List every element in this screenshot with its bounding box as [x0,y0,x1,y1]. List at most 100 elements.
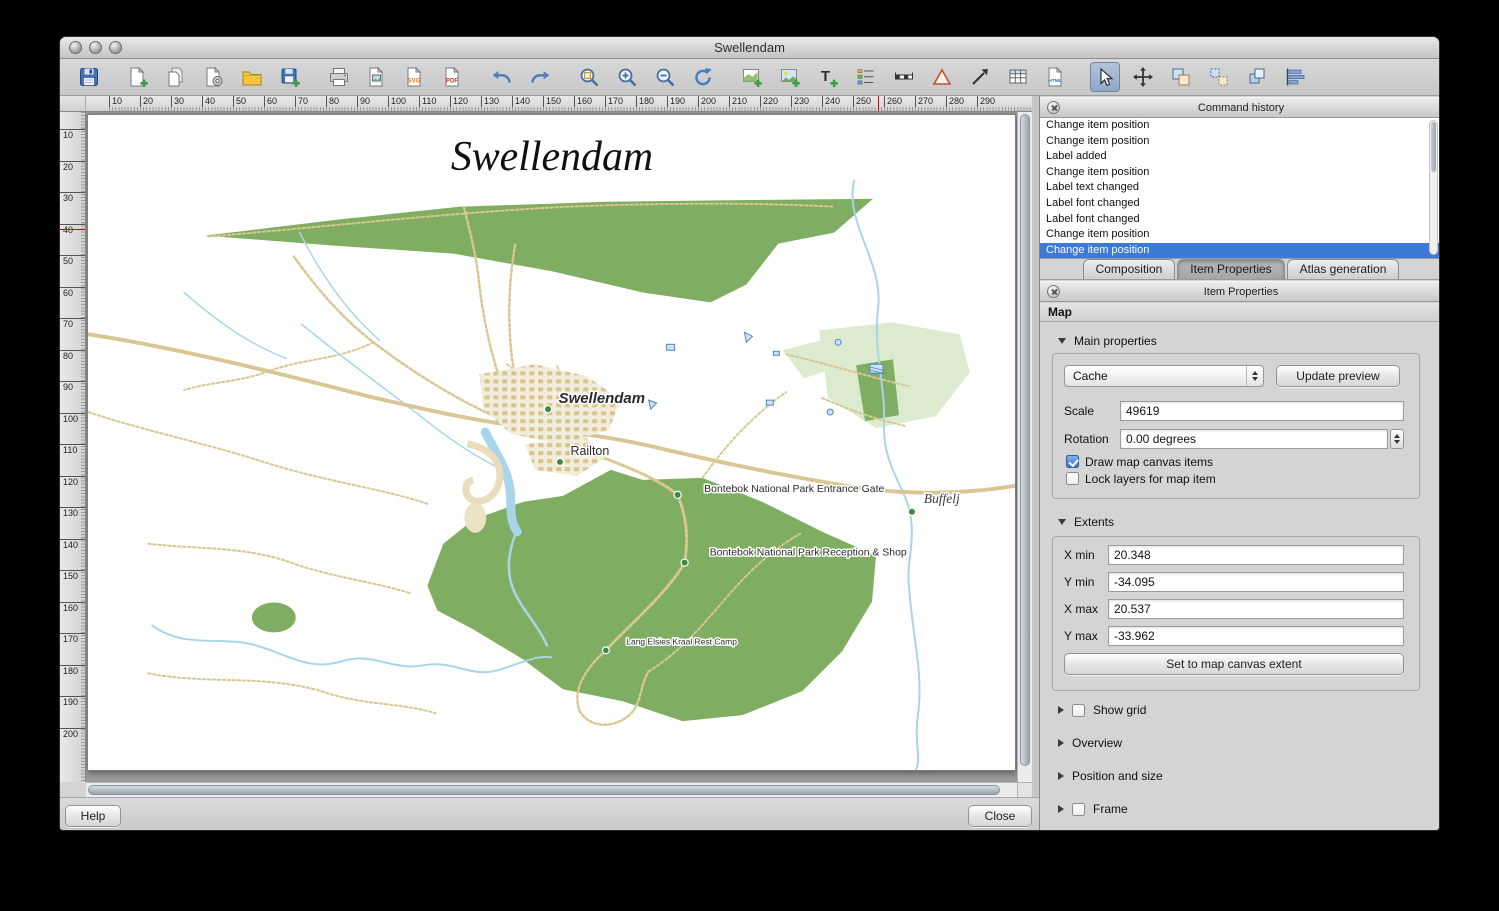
add-legend-button[interactable] [851,62,881,92]
new-composition-button[interactable] [123,62,153,92]
close-panel-icon[interactable] [1047,101,1060,114]
disclosure-triangle-icon[interactable] [1058,706,1064,714]
zoom-in-button[interactable] [612,62,642,92]
command-history-list[interactable]: Change item positionChange item position… [1040,118,1440,259]
redo-button[interactable] [525,62,555,92]
command-history-item[interactable]: Change item position [1040,134,1440,150]
scale-input[interactable] [1120,401,1404,421]
align-items-button[interactable] [1280,62,1310,92]
help-button[interactable]: Help [65,805,121,827]
panel-tabs: CompositionItem PropertiesAtlas generati… [1040,259,1440,280]
panel-tab[interactable]: Item Properties [1177,259,1284,279]
command-history-item[interactable]: Label added [1040,149,1440,165]
disclosure-triangle-icon[interactable] [1058,338,1066,344]
command-history-item[interactable]: Label font changed [1040,196,1440,212]
add-shape-button[interactable] [927,62,957,92]
zoom-full-button[interactable] [574,62,604,92]
checkbox[interactable] [1066,455,1079,468]
canvas-horizontal-scrollbar[interactable] [86,782,1017,797]
export-pdf-button[interactable]: PDF [438,62,468,92]
section-label: Frame [1093,802,1128,816]
collapsed-section-row[interactable]: Show grid [1058,702,1418,718]
composition-page[interactable]: Swellendam Railton Bontebok National Par… [87,114,1016,771]
command-history-scrollbar[interactable] [1429,120,1438,255]
close-window-icon[interactable] [69,41,82,54]
group-items-button[interactable] [1166,62,1196,92]
command-history-item[interactable]: Label text changed [1040,180,1440,196]
extent-field-input[interactable] [1108,599,1404,619]
collapsed-section-row[interactable]: Frame [1058,801,1418,817]
extent-field-input[interactable] [1108,572,1404,592]
command-history-item[interactable]: Change item position [1040,227,1440,243]
label-entrance-gate: Bontebok National Park Entrance Gate [704,484,884,495]
extent-field-label: Y max [1064,629,1108,643]
checkbox[interactable] [1066,472,1079,485]
add-scalebar-button[interactable] [889,62,919,92]
rotation-stepper[interactable] [1390,429,1404,449]
add-label-button[interactable]: T [813,62,843,92]
rotation-input[interactable] [1120,429,1388,449]
extent-field-input[interactable] [1108,626,1404,646]
add-image-button[interactable] [775,62,805,92]
set-extent-button[interactable]: Set to map canvas extent [1064,653,1404,675]
disclosure-triangle-icon[interactable] [1058,519,1066,525]
save-project-button[interactable] [74,62,104,92]
command-history-item[interactable]: Change item position [1040,118,1440,134]
duplicate-composition-button[interactable] [161,62,191,92]
refresh-view-button[interactable] [688,62,718,92]
checkbox[interactable] [1072,803,1085,816]
disclosure-triangle-icon[interactable] [1058,772,1064,780]
raise-items-button[interactable] [1242,62,1272,92]
main-properties-heading[interactable]: Main properties [1058,334,1157,348]
map-item[interactable]: Swellendam Railton Bontebok National Par… [88,115,1015,770]
collapsed-section-row[interactable]: Position and size [1058,768,1418,784]
save-template-button[interactable] [275,62,305,92]
panel-tab[interactable]: Atlas generation [1287,259,1400,279]
print-button[interactable] [324,62,354,92]
extent-field-input[interactable] [1108,545,1404,565]
minimize-window-icon[interactable] [89,41,102,54]
select-move-item-button[interactable] [1090,62,1120,92]
add-attribute-table-button[interactable] [1003,62,1033,92]
cache-mode-select[interactable]: Cache [1064,365,1264,387]
export-image-button[interactable] [362,62,392,92]
rotation-label: Rotation [1064,432,1109,446]
close-panel-icon[interactable] [1047,285,1060,298]
command-history-item[interactable]: Change item position [1040,165,1440,181]
vertical-ruler[interactable]: 1020304050607080901001101201301401501601… [60,112,86,782]
command-history-item[interactable]: Label font changed [1040,212,1440,228]
update-preview-button[interactable]: Update preview [1276,365,1400,387]
scrollbar-thumb[interactable] [1020,114,1030,766]
composition-canvas[interactable]: Swellendam Railton Bontebok National Par… [86,112,1017,782]
titlebar[interactable]: Swellendam [60,37,1439,59]
horizontal-ruler[interactable]: 1020304050607080901001101201301401501601… [86,96,1033,112]
canvas-vertical-scrollbar[interactable] [1017,112,1032,782]
option-row: Draw map canvas items [1066,453,1216,470]
composer-manager-button[interactable] [199,62,229,92]
zoom-out-button[interactable] [650,62,680,92]
forest-polygon [205,199,873,303]
move-item-content-button[interactable] [1128,62,1158,92]
checkbox[interactable] [1072,704,1085,717]
extents-heading[interactable]: Extents [1058,515,1114,529]
scrollbar-thumb[interactable] [88,785,1000,795]
undo-button[interactable] [487,62,517,92]
extent-field-label: X max [1064,602,1108,616]
disclosure-triangle-icon[interactable] [1058,739,1064,747]
command-history-item[interactable]: Change item position [1040,243,1440,259]
load-template-button[interactable] [237,62,267,92]
add-map-button[interactable] [737,62,767,92]
svg-text:T: T [821,68,830,85]
ungroup-items-button[interactable] [1204,62,1234,92]
panel-tab[interactable]: Composition [1083,259,1176,279]
add-html-frame-button[interactable]: HTML [1041,62,1071,92]
close-button[interactable]: Close [968,805,1032,827]
option-row: Lock layers for map item [1066,470,1216,487]
export-svg-button[interactable]: SVG [400,62,430,92]
add-arrow-button[interactable] [965,62,995,92]
disclosure-triangle-icon[interactable] [1058,805,1064,813]
scrollbar-thumb[interactable] [1431,122,1436,172]
map-title-label[interactable]: Swellendam [451,134,653,180]
collapsed-section-row[interactable]: Overview [1058,735,1418,751]
zoom-window-icon[interactable] [109,41,122,54]
